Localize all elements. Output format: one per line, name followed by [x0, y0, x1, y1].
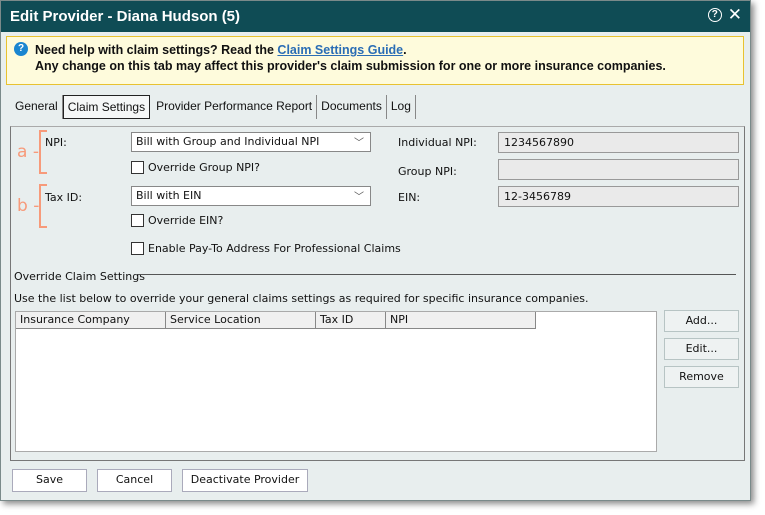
column-tax-id[interactable]: Tax ID [316, 312, 386, 328]
override-description: Use the list below to override your gene… [14, 292, 589, 305]
checkbox-box[interactable] [131, 161, 144, 174]
banner-warning: Any change on this tab may affect this p… [35, 59, 666, 73]
tab-provider-performance-report[interactable]: Provider Performance Report [152, 95, 318, 119]
npi-select-value: Bill with Group and Individual NPI [136, 135, 320, 148]
banner-punct: . [403, 43, 407, 57]
taxid-select[interactable]: Bill with EIN ﹀ [131, 186, 371, 206]
table-header: Insurance Company Service Location Tax I… [16, 312, 536, 329]
individual-npi-label: Individual NPI: [398, 136, 477, 149]
window-title: Edit Provider - Diana Hudson (5) [10, 8, 241, 25]
npi-label: NPI: [45, 136, 67, 149]
banner-text: Need help with claim settings? Read the [35, 43, 278, 57]
override-group-npi-checkbox[interactable]: Override Group NPI? [131, 161, 260, 174]
title-bar: Edit Provider - Diana Hudson (5) ? ✕ [1, 1, 750, 32]
edit-provider-dialog: Edit Provider - Diana Hudson (5) ? ✕ ? N… [0, 0, 751, 501]
taxid-label: Tax ID: [45, 191, 83, 204]
remove-button[interactable]: Remove [664, 366, 739, 388]
tab-documents[interactable]: Documents [317, 95, 387, 119]
checkbox-box[interactable] [131, 242, 144, 255]
chevron-down-icon: ﹀ [354, 192, 364, 203]
column-npi[interactable]: NPI [386, 312, 534, 328]
add-button[interactable]: Add... [664, 310, 739, 332]
group-npi-field[interactable] [498, 159, 739, 180]
tab-log[interactable]: Log [387, 95, 416, 119]
help-banner: ? Need help with claim settings? Read th… [6, 36, 744, 85]
edit-button[interactable]: Edit... [664, 338, 739, 360]
save-button[interactable]: Save [12, 469, 87, 492]
close-icon[interactable]: ✕ [728, 6, 742, 23]
question-icon: ? [14, 42, 28, 56]
deactivate-provider-button[interactable]: Deactivate Provider [182, 469, 308, 492]
divider [138, 274, 736, 275]
override-table[interactable]: Insurance Company Service Location Tax I… [15, 311, 657, 452]
pay-to-address-checkbox[interactable]: Enable Pay-To Address For Professional C… [131, 242, 401, 255]
override-ein-label: Override EIN? [148, 214, 224, 227]
individual-npi-field[interactable]: 1234567890 [498, 132, 739, 153]
tab-general[interactable]: General [11, 95, 63, 119]
npi-select[interactable]: Bill with Group and Individual NPI ﹀ [131, 132, 371, 152]
ein-field[interactable]: 12-3456789 [498, 186, 739, 207]
column-insurance-company[interactable]: Insurance Company [16, 312, 166, 328]
taxid-select-value: Bill with EIN [136, 189, 202, 202]
group-npi-label: Group NPI: [398, 165, 457, 178]
override-group-npi-label: Override Group NPI? [148, 161, 261, 174]
ein-label: EIN: [398, 191, 421, 204]
override-heading: Override Claim Settings [14, 270, 145, 283]
annotation-a: a - [17, 142, 39, 162]
claim-settings-guide-link[interactable]: Claim Settings Guide [277, 43, 403, 57]
tab-claim-settings[interactable]: Claim Settings [62, 95, 151, 119]
override-ein-checkbox[interactable]: Override EIN? [131, 214, 223, 227]
pay-to-address-label: Enable Pay-To Address For Professional C… [148, 242, 401, 255]
checkbox-box[interactable] [131, 214, 144, 227]
chevron-down-icon: ﹀ [354, 138, 364, 149]
annotation-b: b - [17, 196, 40, 216]
column-service-location[interactable]: Service Location [166, 312, 316, 328]
help-icon[interactable]: ? [707, 8, 722, 22]
cancel-button[interactable]: Cancel [97, 469, 172, 492]
tab-bar: General Claim Settings Provider Performa… [11, 95, 416, 119]
